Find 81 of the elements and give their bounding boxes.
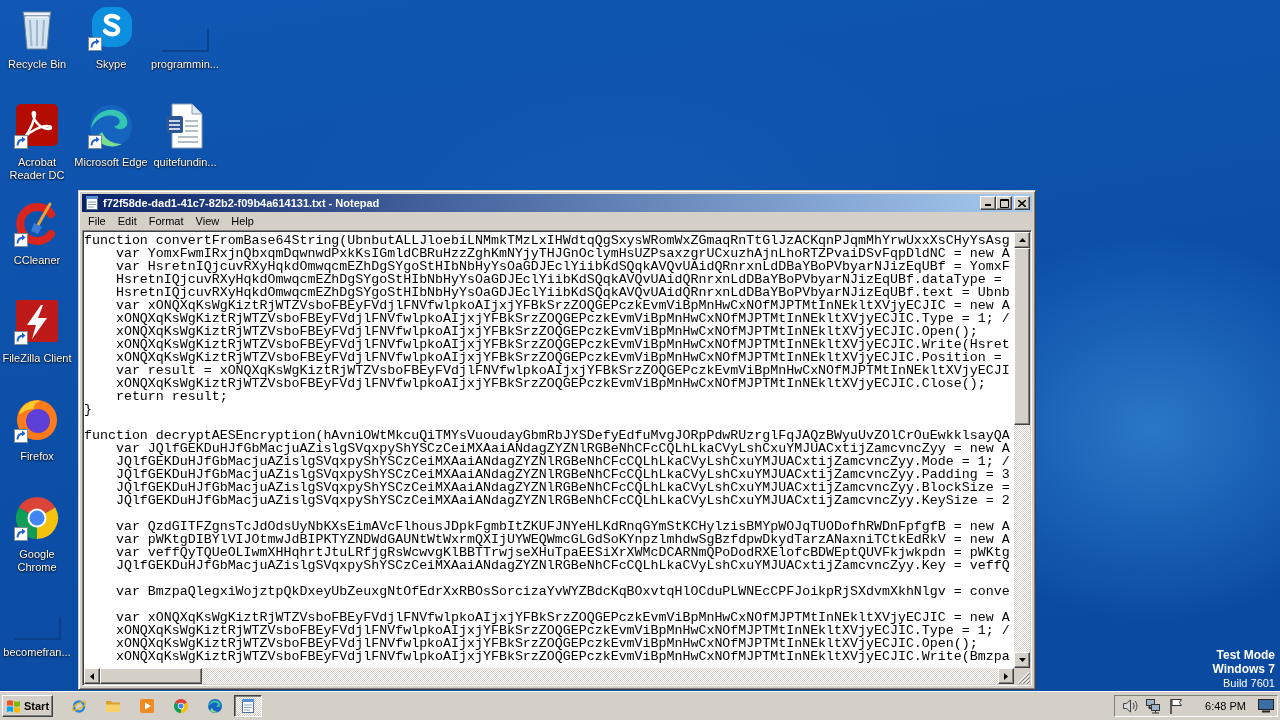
maximize-button[interactable] [996,196,1012,210]
desktop-item[interactable]: Google Chrome [0,490,74,574]
up-arrow-icon [1018,238,1026,242]
build-number-text: Build 7601 [1223,676,1275,690]
code-line: var xONQXqKsWgKiztRjWTZVsboFBEyFVdjlFNVfwlpkoAIjxjYFBkSrzZOQGEPczkEvmViBpMnHwCxNOfMJPTMtInNEkltXVjyECJIC = new A [114,611,1010,624]
vertical-scrollbar[interactable] [1014,232,1030,668]
speaker-icon[interactable] [1122,698,1139,714]
code-line: var HsretnIQjcuvRXyHqkdOmwqcmEZhDgSYgoStHIbNbHyYsOaGDJEclYiibKdSQqkAVQvUAidQRnrxnLdDBaYBoPVbyarNJizEqUBf = YomxF [114,260,1010,273]
scroll-right-button[interactable] [998,668,1014,684]
code-line: xONQXqKsWgKiztRjWTZVsboFBEyFVdjlFNVfwlpkoAIjxjYFBkSrzZOQGEPczkEvmViBpMnHwCxNOfMJPTMtInNEkltXVjyECJIC.Position = [114,351,1002,364]
code-line: var pWKtgDIBYlVIJOtmwJdBIPKTYZNDWdGAUNtWtWxrmQXIjUYWEQWmcGLGdSoKYnpzlmhdwSgBzfdpwDkydTarzANaxniTCtkEdRkV = new A [114,533,1010,546]
code-line: xONQXqKsWgKiztRjWTZVsboFBEyFVdjlFNVfwlpkoAIjxjYFBkSrzZOQGEPczkEvmViBpMnHwCxNOfMJPTMtInNEkltXVjyECJIC.Write(Hsret [114,338,1010,351]
flag-logo-icon [6,698,21,714]
clock[interactable]: 6:48 PM [1205,700,1246,712]
desktop-item[interactable]: Skype [74,0,148,71]
scroll-left-button[interactable] [84,668,100,684]
wave-circle-icon[interactable] [207,698,223,714]
code-line: xONQXqKsWgKiztRjWTZVsboFBEyFVdjlFNVfwlpkoAIjxjYFBkSrzZOQGEPczkEvmViBpMnHwCxNOfMJPTMtInNEkltXVjyECJIC.Write(Bmzpa [114,650,1010,663]
notepad-icon [84,195,100,211]
code-line: xONQXqKsWgKiztRjWTZVsboFBEyFVdjlFNVfwlpkoAIjxjYFBkSrzZOQGEPczkEvmViBpMnHwCxNOfMJPTMtInNEkltXVjyECJIC.Type = 1; / [114,312,1010,325]
code-line: HsretnIQjcuvRXyHqkdOmwqcmEZhDgSYgoStHIbNbHyYsOaGDJEclYiibKdSQqkAVQvUAidQRnrxnLdDBaYBoPVbyarNJizEqUBf.text = Ubnb [114,286,1010,299]
code-line: var veffQyTQUeOLIwmXHHqhrtJtuLRfjgRsWcwvgKlBBTTrwjseXHuTpaEESiXrXWMcDCARNmQPoDodRXElofcBDWEptQUVFkjwkpdn = pWKtg [114,546,1010,559]
desktop-item[interactable]: FileZilla Client [0,294,74,365]
code-line: function decryptAESEncryption(hAvniOWtMkcuQiTMYsVuoudayGbmRbJYSDefyEdfuMvgJORpPdwRUzrglFqJAQzBWyuUvZOlCrOuEwkklsayQA [84,429,1010,442]
taskbar-button[interactable] [234,695,262,717]
flag-icon[interactable] [1168,698,1185,714]
left-arrow-icon [90,672,94,680]
notepad-icon [240,698,256,714]
code-line: function convertFromBase64String(UbnbutALLJloebiLNMmkTMzLxIHWdtqQgSxysWRomWxZGmaqRnTtGlJzACKqnPJqmMhYrwUxxXsCHyYsAsg [84,234,1010,247]
code-line: var BmzpaQlegxiWojztpQkDxeyUbZeuxgNtOfEdrXxRBOsSorcizaYvWYZBdcKqBOxvtqHlOCduPLWNEcCPFJoikpRjSXdvmXkhNlgv = conve [114,585,1010,598]
desktop-item[interactable]: programmin... [148,0,222,71]
code-line: JQlfGEKDuHJfGbMacjuAZislgSVqxpyShYSCzCeiMXAaiANdagZYZNlRGBeNhCFcCQLhLkaCVyLshCxuYMJUACxtijZamcvncZyy.Key = veffQ [114,559,1010,572]
desktop-item[interactable]: becomefran... [0,588,74,659]
desktop-item[interactable]: CCleaner [0,196,74,267]
scroll-down-button[interactable] [1014,652,1030,668]
code-line: var xONQXqKsWgKiztRjWTZVsboFBEyFVdjlFNVfwlpkoAIjxjYFBkSrzZOQGEPczkEvmViBpMnHwCxNOfMJPTMtInNEkltXVjyECJIC = new A [114,299,1010,312]
maximize-icon [999,198,1009,208]
code-line: var result = xONQXqKsWgKiztRjWTZVsboFBEyFVdjlFNVfwlpkoAIjxjYFBkSrzZOQGEPczkEvmViBpMnHwCxNOfMJPTMtInNEkltXVjyECJI [114,364,1010,377]
menu-item[interactable]: Edit [111,213,143,229]
resize-grip-icon[interactable] [1018,672,1030,684]
scroll-thumb[interactable] [1014,248,1030,425]
code-line: JQlfGEKDuHJfGbMacjuAZislgSVqxpyShYSCzCeiMXAaiANdagZYZNlRGBeNhCFcCQLhLkaCVyLshCxuYMJUACxtijZamcvncZyy.Mode = 1; / [114,455,1010,468]
close-icon [1018,199,1026,207]
code-line: xONQXqKsWgKiztRjWTZVsboFBEyFVdjlFNVfwlpkoAIjxjYFBkSrzZOQGEPczkEvmViBpMnHwCxNOfMJPTMtInNEkltXVjyECJIC.Open(); [114,637,978,650]
code-line: var JQlfGEKDuHJfGbMacjuAZislgSVqxpyShYSCzCeiMXAaiANdagZYZNlRGBeNhCFcCQLhLkaCVyLshCxuYMJUACxtijZamcvncZyy = new A [114,442,1010,455]
window-title: f72f58de-dad1-41c7-82b2-f09b4a614131.txt - Notepad [103,197,380,209]
minimize-icon [985,204,991,206]
test-mode-text: Test Mode [1216,648,1275,662]
sector-circle-icon[interactable] [173,698,189,714]
code-line: xONQXqKsWgKiztRjWTZVsboFBEyFVdjlFNVfwlpkoAIjxjYFBkSrzZOQGEPczkEvmViBpMnHwCxNOfMJPTMtInNEkltXVjyECJIC.Close(); [114,377,986,390]
code-line: var YomxFwmIRxjnQbxqmDqwnwdPxkKsIGmldCBRuHzzZghKmNYjyTHJGnOclymHsUZPsaxzgrUCxuzhAjnLhoRTZPvaiDSvFqpDldNC = new A [114,247,1010,260]
monitor-icon[interactable] [1258,699,1274,713]
code-line: xONQXqKsWgKiztRjWTZVsboFBEyFVdjlFNVfwlpkoAIjxjYFBkSrzZOQGEPczkEvmViBpMnHwCxNOfMJPTMtInNEkltXVjyECJIC.Open(); [114,325,978,338]
horizontal-scrollbar[interactable] [84,668,1014,684]
code-line: HsretnIQjcuvRXyHqkdOmwqcmEZhDgSYgoStHIbNbHyYsOaGDJEclYiibKdSQqkAVQvUAidQRnrxnLdDBaYBoPVbyarNJizEqUBf.dataType = [114,273,1002,286]
menu-item[interactable]: Help [225,213,260,229]
code-line: xONQXqKsWgKiztRjWTZVsboFBEyFVdjlFNVfwlpkoAIjxjYFBkSrzZOQGEPczkEvmViBpMnHwCxNOfMJPTMtInNEkltXVjyECJIC.Type = 1; / [114,624,1010,637]
code-line: JQlfGEKDuHJfGbMacjuAZislgSVqxpyShYSCzCeiMXAaiANdagZYZNlRGBeNhCFcCQLhLkaCVyLshCxuYMJUACxtijZamcvncZyy.BlockSize = [114,481,1010,494]
windows-edition-text: Windows 7 [1212,662,1275,676]
desktop-item[interactable]: Recycle Bin [0,0,74,71]
code-line: return result; [114,390,228,403]
code-line: JQlfGEKDuHJfGbMacjuAZislgSVqxpyShYSCzCeiMXAaiANdagZYZNlRGBeNhCFcCQLhLkaCVyLshCxuYMJUACxtijZamcvncZyy.Padding = 3 [114,468,1010,481]
menu-item[interactable]: Format [142,213,190,229]
scroll-thumb[interactable] [100,668,202,684]
network-icon[interactable] [1145,698,1162,714]
desktop-item[interactable]: Microsoft Edge [74,98,148,169]
desktop-item[interactable]: Firefox [0,392,74,463]
code-line: JQlfGEKDuHJfGbMacjuAZislgSVqxpyShYSCzCeiMXAaiANdagZYZNlRGBeNhCFcCQLhLkaCVyLshCxuYMJUACxtijZamcvncZyy.KeySize = 2 [114,494,1010,507]
menu-item[interactable]: File [82,213,112,229]
code-line: } [84,403,92,416]
right-arrow-icon [1004,672,1008,680]
play-tile-icon[interactable] [139,698,155,714]
desktop-item[interactable]: quitefundin... [148,98,222,169]
close-button[interactable] [1014,196,1030,210]
down-arrow-icon [1018,658,1026,662]
menu-item[interactable]: View [189,213,226,229]
scroll-up-button[interactable] [1014,232,1030,248]
desktop-item[interactable]: Acrobat Reader DC [0,98,74,182]
start-button[interactable]: Start [2,695,53,717]
minimize-button[interactable] [980,196,996,210]
code-line: var QzdGITFZgnsTcJdOdsUyNbKXsEimAVcFlhousJDpkFgmbItZKUFJNYeHLKdRnqGYmStKCHylzisBMYpWOJqTUODofhRWDnFpfgfB = new A [114,520,1010,533]
